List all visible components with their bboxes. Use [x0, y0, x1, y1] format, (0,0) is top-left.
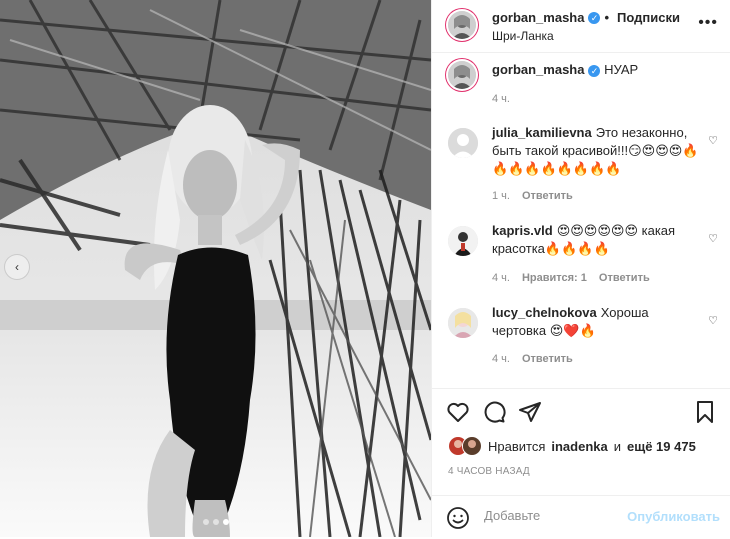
following-button[interactable]: Подписки: [617, 10, 680, 25]
commenter-username-link[interactable]: lucy_chelnokova: [492, 305, 597, 320]
post-actions: Нравится inadenka и ещё 19 475 4 ЧАСОВ Н…: [432, 388, 730, 538]
caption-body: НУАР: [604, 62, 639, 77]
comment-text: julia_kamilievna Это незаконно, быть тако…: [492, 124, 704, 178]
verified-badge-icon: ✓: [588, 65, 601, 77]
comment-likes-count[interactable]: Нравится: 1: [522, 272, 587, 284]
likes-summary: Нравится inadenka и ещё 19 475: [448, 436, 696, 456]
carousel-dot: [202, 519, 209, 525]
likes-count-link[interactable]: ещё 19 475: [627, 439, 696, 454]
comment-like-heart-icon[interactable]: ♡: [708, 232, 718, 245]
instagram-post-viewer: ‹ gorban_masha ✓ • Подписки Шри-Ланка ••…: [0, 0, 730, 537]
follow-separator: •: [604, 10, 610, 25]
carousel-prev-button[interactable]: ‹: [4, 254, 30, 280]
location-link[interactable]: Шри-Ланка: [492, 29, 554, 43]
comment-like-heart-icon[interactable]: ♡: [708, 314, 718, 327]
comment-like-heart-icon[interactable]: ♡: [708, 134, 718, 147]
post-header: gorban_masha ✓ • Подписки Шри-Ланка •••: [432, 0, 730, 53]
carousel-dot-active: [222, 519, 229, 525]
publish-button[interactable]: Опубликовать: [627, 509, 720, 524]
comment-meta: 4 ч. Ответить: [492, 353, 573, 365]
photo-image: [0, 0, 431, 537]
caption-item: gorban_masha ✓ НУАР 4 ч.: [448, 61, 718, 111]
carousel-dot: [212, 519, 219, 525]
caption-text: gorban_masha ✓ НУАР: [492, 61, 704, 79]
comments-list: gorban_masha ✓ НУАР 4 ч. julia_kamilievna…: [432, 52, 730, 388]
bookmark-icon[interactable]: [694, 400, 716, 424]
add-comment-input[interactable]: [482, 507, 636, 524]
comment-meta: 1 ч. Ответить: [492, 190, 573, 202]
smiley-icon[interactable]: [446, 506, 470, 535]
post-photo[interactable]: ‹: [0, 0, 431, 537]
author-avatar[interactable]: [448, 11, 476, 39]
commenter-username-link[interactable]: kapris.vld: [492, 223, 553, 238]
comment-time: 4 ч.: [492, 272, 510, 284]
comment-text: kapris.vld 😍😍😍😍😍😍 какая красотка🔥🔥🔥🔥: [492, 222, 704, 258]
comment-time: 4 ч.: [492, 353, 510, 365]
commenter-avatar[interactable]: [448, 226, 478, 256]
caption-time: 4 ч.: [492, 93, 510, 105]
author-avatar[interactable]: [448, 61, 476, 89]
caption-username-link[interactable]: gorban_masha: [492, 62, 584, 77]
reply-button[interactable]: Ответить: [522, 353, 573, 365]
comment-item: julia_kamilievna Это незаконно, быть тако…: [448, 124, 718, 209]
add-comment-row: Опубликовать: [432, 495, 730, 539]
comment-time: 1 ч.: [492, 190, 510, 202]
comment-text: lucy_chelnokova Хороша чертовка 😍❤️🔥: [492, 304, 704, 340]
heart-icon[interactable]: [446, 400, 470, 424]
action-buttons: [446, 400, 542, 424]
commenter-avatar[interactable]: [448, 308, 478, 338]
comment-meta: 4 ч. Нравится: 1 Ответить: [492, 272, 650, 284]
post-time-ago[interactable]: 4 ЧАСОВ НАЗАД: [448, 466, 530, 477]
comment-icon[interactable]: [482, 400, 506, 424]
author-username-link[interactable]: gorban_masha: [492, 10, 584, 25]
reply-button[interactable]: Ответить: [599, 272, 650, 284]
header-user-line: gorban_masha ✓ • Подписки: [492, 10, 680, 25]
verified-badge-icon: ✓: [588, 11, 601, 24]
liker-username-link[interactable]: inadenka: [551, 439, 607, 454]
post-side-panel: gorban_masha ✓ • Подписки Шри-Ланка ••• …: [431, 0, 730, 537]
caption-meta: 4 ч.: [492, 93, 510, 105]
likes-connector: и: [613, 438, 621, 454]
liker-avatar[interactable]: [462, 436, 482, 456]
more-options-icon[interactable]: •••: [698, 14, 718, 32]
comment-item: kapris.vld 😍😍😍😍😍😍 какая красотка🔥🔥🔥🔥 ♡ 4 …: [448, 222, 718, 292]
chevron-left-icon: ‹: [15, 260, 19, 274]
carousel-dots: [0, 519, 431, 525]
paper-plane-icon[interactable]: [518, 400, 542, 424]
reply-button[interactable]: Ответить: [522, 190, 573, 202]
comment-item: lucy_chelnokova Хороша чертовка 😍❤️🔥 ♡ 4 …: [448, 304, 718, 374]
commenter-username-link[interactable]: julia_kamilievna: [492, 125, 592, 140]
likes-prefix: Нравится: [488, 438, 546, 454]
commenter-avatar[interactable]: [448, 128, 478, 158]
